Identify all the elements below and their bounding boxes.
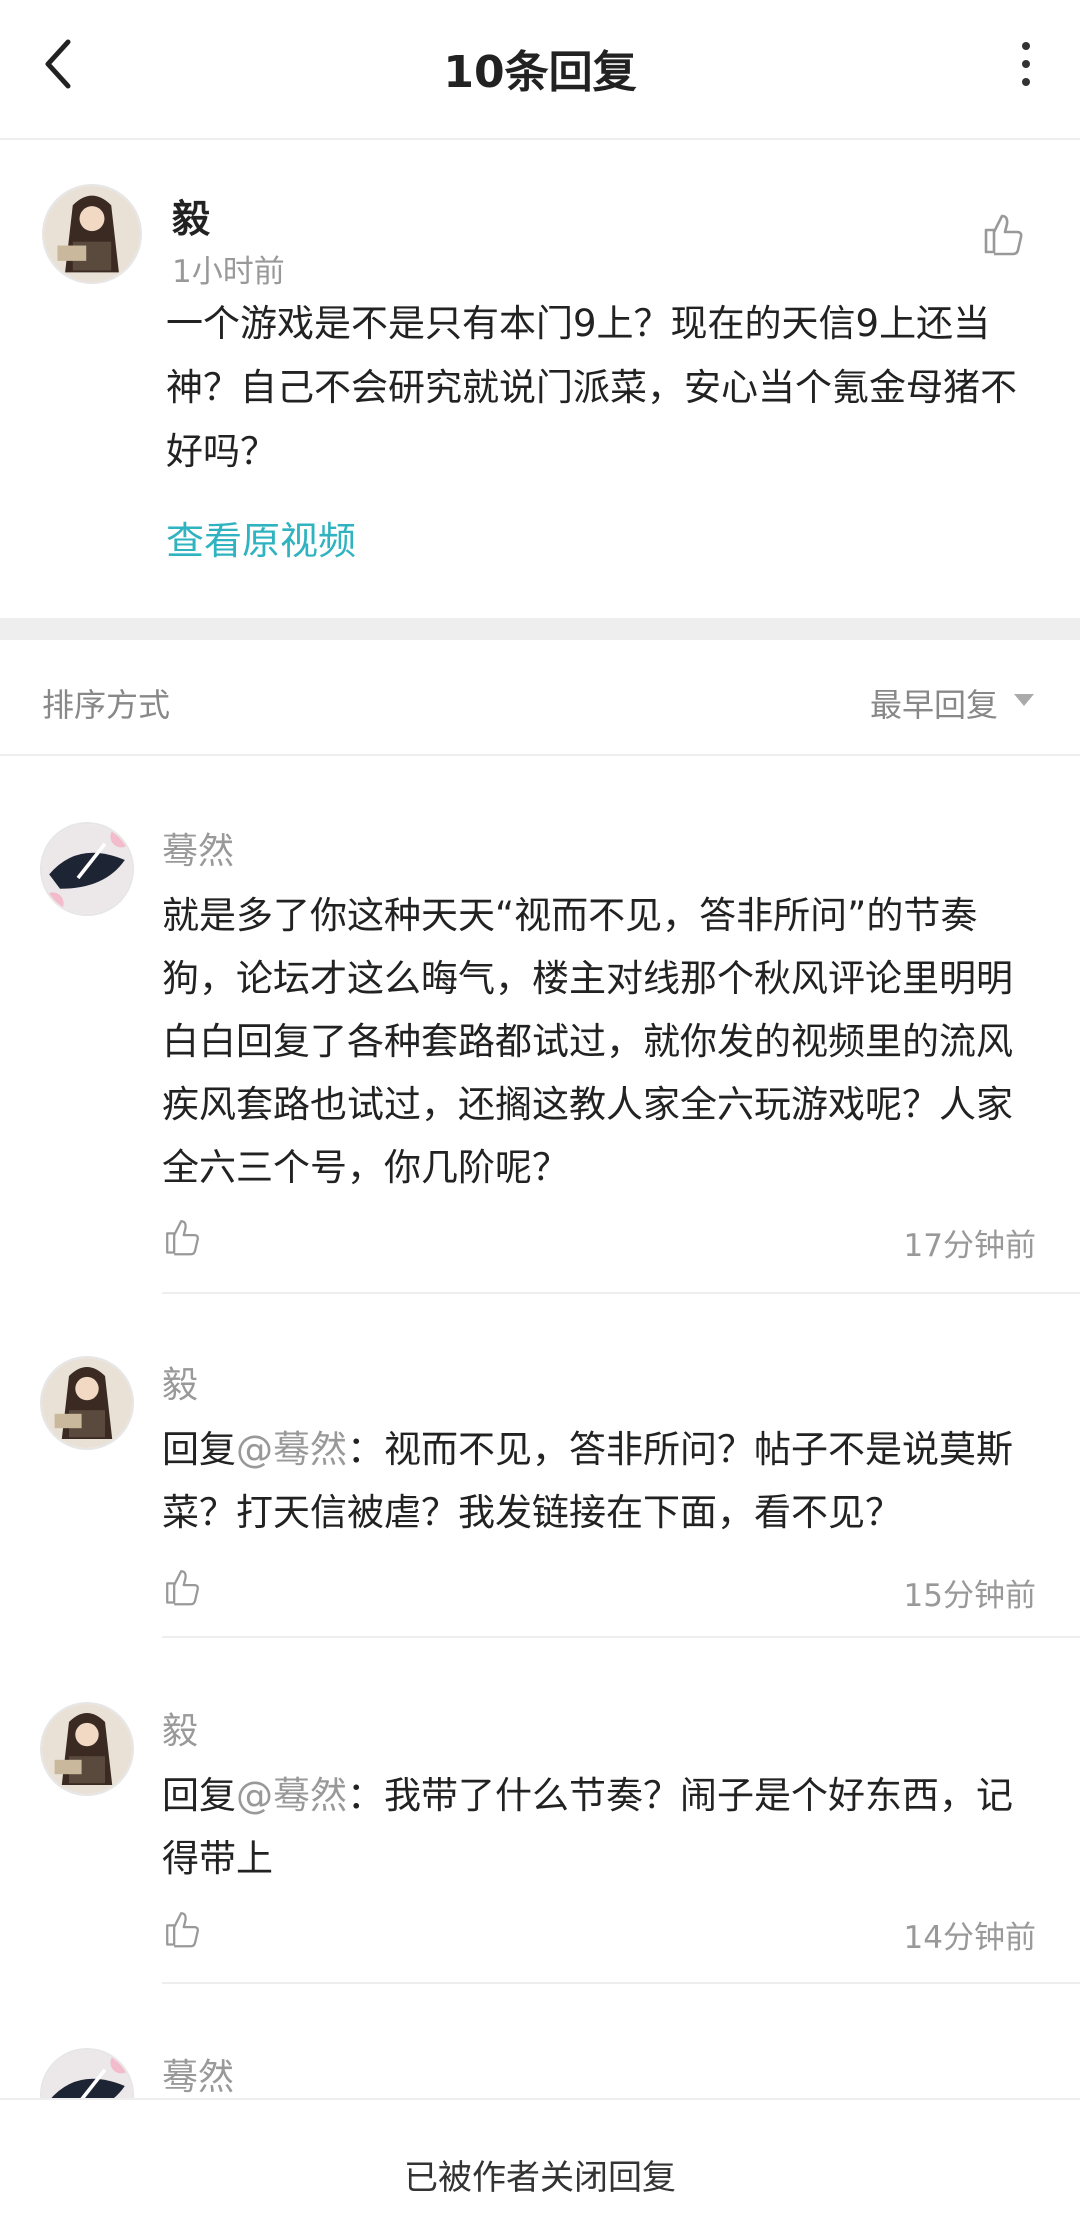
reply-divider bbox=[162, 1292, 1080, 1294]
reply-author-name[interactable]: 蓦然 bbox=[162, 2048, 234, 2100]
avatar[interactable] bbox=[40, 822, 134, 916]
avatar[interactable] bbox=[40, 1702, 134, 1796]
reply-prefix: 回复 bbox=[162, 1774, 236, 1817]
sort-dropdown[interactable]: 最早回复 bbox=[870, 680, 998, 726]
reply-author-name[interactable]: 毅 bbox=[162, 1702, 198, 1754]
mention-link[interactable]: @蓦然 bbox=[236, 1428, 347, 1471]
sort-bar: 排序方式 最早回复 bbox=[0, 640, 1080, 756]
post-content: 一个游戏是不是只有本门9上？现在的天信9上还当神？自己不会研究就说门派菜，安心当… bbox=[166, 302, 1017, 473]
post-timestamp: 1小时前 bbox=[172, 254, 285, 290]
post-author-name[interactable]: 毅 bbox=[172, 188, 210, 243]
top-bar: 10条回复 bbox=[0, 0, 1080, 140]
bottom-bar: 已被作者关闭回复 bbox=[0, 2098, 1080, 2236]
reply-content: 就是多了你这种天天“视而不见，答非所问”的节奏狗，论坛才这么晦气，楼主对线那个秋… bbox=[162, 894, 1013, 1189]
section-divider bbox=[0, 618, 1080, 640]
caret-down-icon[interactable] bbox=[1012, 692, 1036, 708]
reply-author-name[interactable]: 毅 bbox=[162, 1356, 198, 1408]
view-original-video-link[interactable]: 查看原视频 bbox=[166, 510, 356, 565]
sort-label: 排序方式 bbox=[42, 686, 171, 724]
main-comment: 毅 1小时前 一个游戏是不是只有本门9上？现在的天信9上还当神？自己不会研究就说… bbox=[0, 142, 1080, 618]
reply-timestamp: 17分钟前 bbox=[903, 1228, 1036, 1264]
thumbs-up-icon[interactable] bbox=[162, 1216, 202, 1256]
reply-prefix: 回复 bbox=[162, 1428, 236, 1471]
reply-divider bbox=[162, 1636, 1080, 1638]
reply-content: 回复@蓦然：我带了什么节奏？闹子是个好东西，记得带上 bbox=[162, 1764, 1042, 1890]
thumbs-up-icon[interactable] bbox=[980, 210, 1026, 256]
avatar[interactable] bbox=[42, 184, 142, 284]
reply-author-name[interactable]: 蓦然 bbox=[162, 822, 234, 874]
more-options-icon[interactable] bbox=[1016, 40, 1036, 90]
avatar[interactable] bbox=[40, 1356, 134, 1450]
replies-closed-notice: 已被作者关闭回复 bbox=[404, 2158, 676, 2198]
reply-divider bbox=[162, 1982, 1080, 1984]
thumbs-up-icon[interactable] bbox=[162, 1908, 202, 1948]
mention-link[interactable]: @蓦然 bbox=[236, 1774, 347, 1817]
page-title: 10条回复 bbox=[443, 47, 637, 98]
reply-content: 回复@蓦然：视而不见，答非所问？帖子不是说莫斯菜？打天信被虐？我发链接在下面，看… bbox=[162, 1418, 1042, 1544]
reply-timestamp: 14分钟前 bbox=[903, 1920, 1036, 1956]
reply-timestamp: 15分钟前 bbox=[903, 1578, 1036, 1614]
thumbs-up-icon[interactable] bbox=[162, 1566, 202, 1606]
